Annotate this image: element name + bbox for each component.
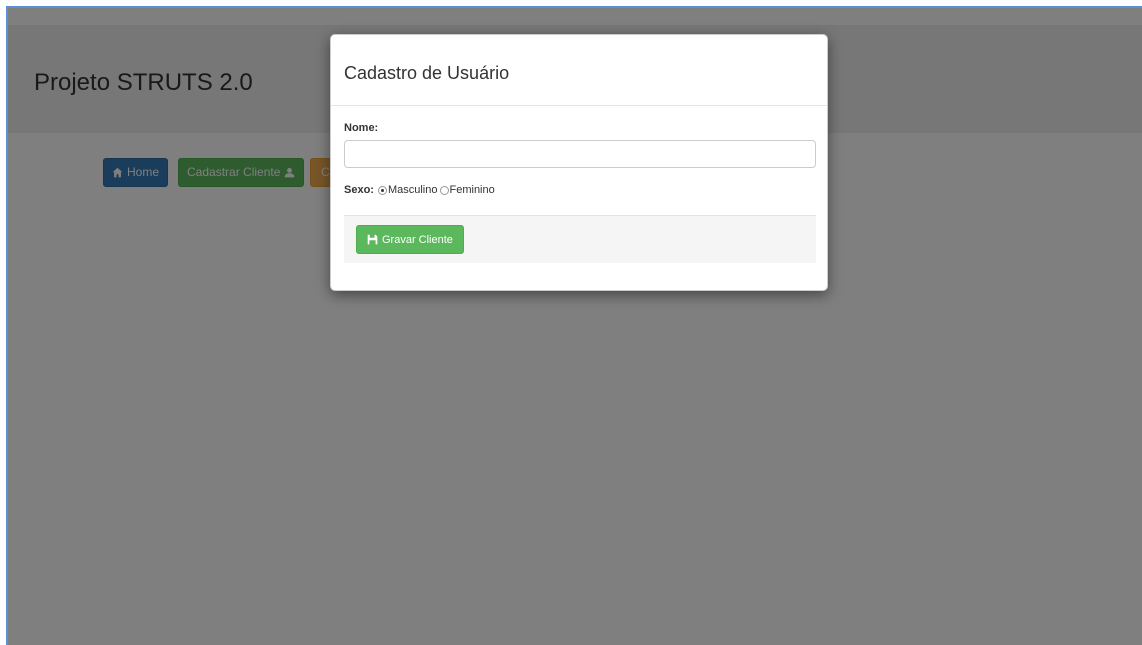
cadastro-usuario-modal: Cadastro de Usuário Nome: Sexo: Masculin… [330,34,828,291]
gravar-cliente-button[interactable]: Gravar Cliente [356,225,464,254]
modal-title: Cadastro de Usuário [344,63,510,83]
modal-header: Cadastro de Usuário [331,35,827,106]
sexo-field: Sexo: Masculino Feminino [344,184,497,196]
floppy-disk-icon [367,234,378,245]
modal-form-actions: Gravar Cliente [344,215,816,263]
feminino-radio[interactable] [439,185,449,195]
nome-label: Nome: [344,122,379,134]
masculino-radio[interactable] [377,185,387,195]
sexo-label: Sexo: [344,184,374,196]
masculino-radio-label[interactable]: Masculino [388,184,438,196]
gravar-cliente-label: Gravar Cliente [382,233,453,246]
nome-input[interactable] [344,140,816,168]
feminino-radio-label[interactable]: Feminino [450,184,495,196]
browser-viewport: Projeto STRUTS 2.0 Home Cadastrar Client… [6,6,1142,645]
